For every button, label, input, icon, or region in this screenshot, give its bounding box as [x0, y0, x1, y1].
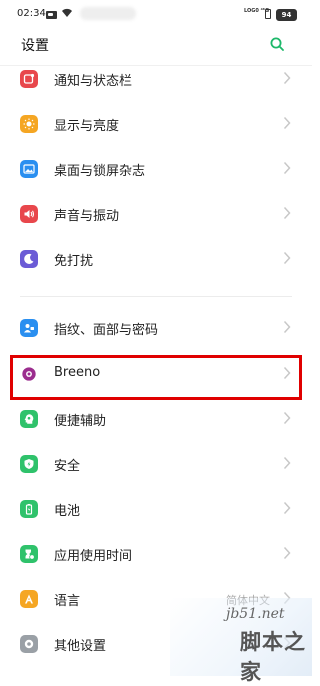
page-title: 设置	[21, 38, 49, 54]
chevron-right-icon	[283, 116, 291, 130]
settings-item-label: 桌面与锁屏杂志	[54, 164, 146, 179]
notification-icon	[20, 70, 38, 88]
settings-item-label: 通知与状态栏	[54, 74, 133, 89]
settings-item-security[interactable]: 安全	[0, 445, 312, 490]
more-settings-icon	[20, 635, 38, 653]
chevron-right-icon	[283, 251, 291, 265]
settings-item-fingerprint[interactable]: 指纹、面部与密码	[0, 309, 312, 354]
settings-item-label: 电池	[54, 504, 81, 519]
assist-icon	[20, 410, 38, 428]
wallpaper-icon	[20, 160, 38, 178]
status-time: 02:34	[17, 8, 46, 19]
shield-icon	[20, 455, 38, 473]
chevron-right-icon	[283, 456, 291, 470]
search-icon[interactable]	[270, 36, 284, 51]
settings-item-wallpaper[interactable]: 桌面与锁屏杂志	[0, 150, 312, 195]
chevron-right-icon	[283, 320, 291, 334]
brightness-icon	[20, 115, 38, 133]
chevron-right-icon	[283, 161, 291, 175]
settings-item-label: 显示与亮度	[54, 119, 120, 134]
settings-item-label: 便捷辅助	[54, 414, 107, 429]
settings-item-label: 声音与振动	[54, 209, 120, 224]
chevron-right-icon	[283, 546, 291, 560]
battery-icon: 94	[276, 9, 297, 21]
language-icon	[20, 590, 38, 608]
battery-icon	[20, 500, 38, 518]
settings-item-sound[interactable]: 声音与振动	[0, 195, 312, 240]
blurred-region	[80, 7, 136, 20]
wifi-icon	[61, 8, 73, 20]
settings-item-dnd[interactable]: 免打扰	[0, 240, 312, 285]
settings-item-label: 其他设置	[54, 639, 107, 654]
settings-item-notifications[interactable]: 通知与状态栏	[0, 60, 312, 105]
chevron-right-icon	[283, 206, 291, 220]
settings-item-display[interactable]: 显示与亮度	[0, 105, 312, 150]
watermark-url: jb51.net	[226, 606, 285, 622]
group-divider	[20, 296, 292, 297]
moon-icon	[20, 250, 38, 268]
chevron-right-icon	[283, 501, 291, 515]
settings-item-accessibility[interactable]: 便捷辅助	[0, 400, 312, 445]
chevron-right-icon	[283, 71, 291, 85]
chevron-right-icon	[283, 411, 291, 425]
fingerprint-icon	[20, 319, 38, 337]
settings-item-label: 免打扰	[54, 254, 94, 269]
settings-item-label: 语言	[54, 594, 81, 609]
settings-item-app-usage[interactable]: 应用使用时间	[0, 535, 312, 580]
highlight-annotation-box	[10, 355, 302, 400]
sound-icon	[20, 205, 38, 223]
watermark: jb51.net 脚本之家	[170, 598, 312, 684]
watermark-text: 脚本之家	[240, 630, 306, 684]
settings-item-label: 应用使用时间	[54, 549, 133, 564]
vibrate-icon	[262, 8, 272, 19]
status-bar: 02:34 LOG0 ⁴⁶G 94	[0, 0, 312, 32]
mail-notification-icon	[46, 11, 57, 19]
settings-item-battery[interactable]: 电池	[0, 490, 312, 535]
settings-item-label: 指纹、面部与密码	[54, 323, 159, 338]
hourglass-icon	[20, 545, 38, 563]
settings-item-label: 安全	[54, 459, 81, 474]
